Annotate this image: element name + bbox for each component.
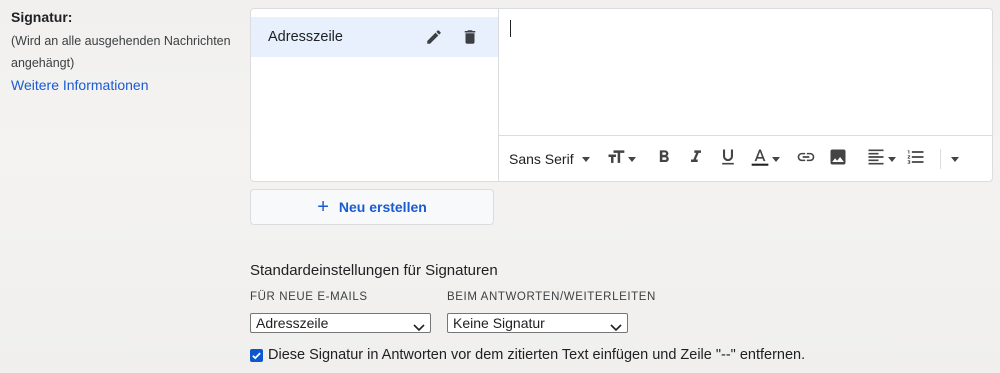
- text-color-icon: [750, 147, 770, 172]
- underline-button[interactable]: [718, 145, 738, 173]
- new-emails-value: Adresszeile: [256, 315, 329, 331]
- italic-button[interactable]: [686, 145, 706, 173]
- numbered-list-icon: [906, 147, 926, 172]
- text-size-button[interactable]: [606, 145, 636, 173]
- more-options-icon: [950, 156, 959, 162]
- insert-before-quote-option: Diese Signatur in Antworten vor dem ziti…: [250, 347, 805, 363]
- chevron-down-icon: [627, 156, 636, 162]
- create-new-signature-button[interactable]: + Neu erstellen: [250, 189, 494, 225]
- reply-forward-select[interactable]: Keine Signatur: [447, 313, 628, 333]
- plus-icon: +: [317, 196, 329, 218]
- image-button[interactable]: [828, 145, 848, 173]
- signature-editor: Sans Serif: [499, 9, 992, 181]
- image-icon: [828, 147, 848, 172]
- signature-title: Signatur:: [11, 9, 73, 25]
- defaults-heading: Standardeinstellungen für Signaturen: [250, 262, 498, 279]
- insert-before-quote-checkbox[interactable]: [250, 348, 263, 362]
- link-icon: [796, 147, 816, 172]
- text-caret: [510, 20, 511, 37]
- underline-icon: [718, 147, 738, 172]
- font-family-label: Sans Serif: [509, 151, 574, 167]
- signature-hint: (Wird an alle ausgehenden Nachrichten an…: [11, 34, 231, 70]
- create-new-label: Neu erstellen: [338, 199, 427, 215]
- align-button[interactable]: [866, 145, 896, 173]
- align-icon: [866, 147, 886, 172]
- italic-icon: [686, 147, 706, 172]
- chevron-down-icon: [610, 319, 622, 335]
- bold-icon: [654, 147, 674, 172]
- chevron-down-icon: [581, 156, 590, 162]
- new-emails-select[interactable]: Adresszeile: [250, 313, 431, 333]
- chevron-down-icon: [413, 319, 425, 335]
- new-emails-label: FÜR NEUE E-MAILS: [250, 291, 368, 303]
- signature-section-label: Signatur: (Wird an alle ausgehenden Nach…: [11, 8, 243, 94]
- font-family-select[interactable]: Sans Serif: [509, 151, 590, 167]
- text-color-button[interactable]: [750, 145, 780, 173]
- insert-before-quote-label: Diese Signatur in Antworten vor dem ziti…: [268, 347, 806, 363]
- text-size-icon: [606, 147, 626, 172]
- more-info-link[interactable]: Weitere Informationen: [11, 76, 243, 94]
- formatting-toolbar: Sans Serif: [499, 135, 992, 181]
- trash-icon[interactable]: [460, 27, 480, 47]
- more-options-button[interactable]: [950, 145, 959, 173]
- link-button[interactable]: [796, 145, 816, 173]
- chevron-down-icon: [887, 156, 896, 162]
- signature-editor-textarea[interactable]: [499, 9, 992, 135]
- toolbar-divider: [939, 149, 941, 169]
- signature-item-label: Adresszeile: [268, 29, 343, 45]
- signature-panel: Adresszeile Sans Serif: [250, 8, 993, 182]
- reply-forward-value: Keine Signatur: [453, 315, 545, 331]
- signature-list: Adresszeile: [251, 9, 499, 181]
- reply-forward-label: BEIM ANTWORTEN/WEITERLEITEN: [447, 291, 656, 303]
- bold-button[interactable]: [654, 145, 674, 173]
- numbered-list-button[interactable]: [906, 145, 926, 173]
- chevron-down-icon: [771, 156, 780, 162]
- pencil-icon[interactable]: [424, 27, 444, 47]
- signature-list-item[interactable]: Adresszeile: [251, 17, 498, 57]
